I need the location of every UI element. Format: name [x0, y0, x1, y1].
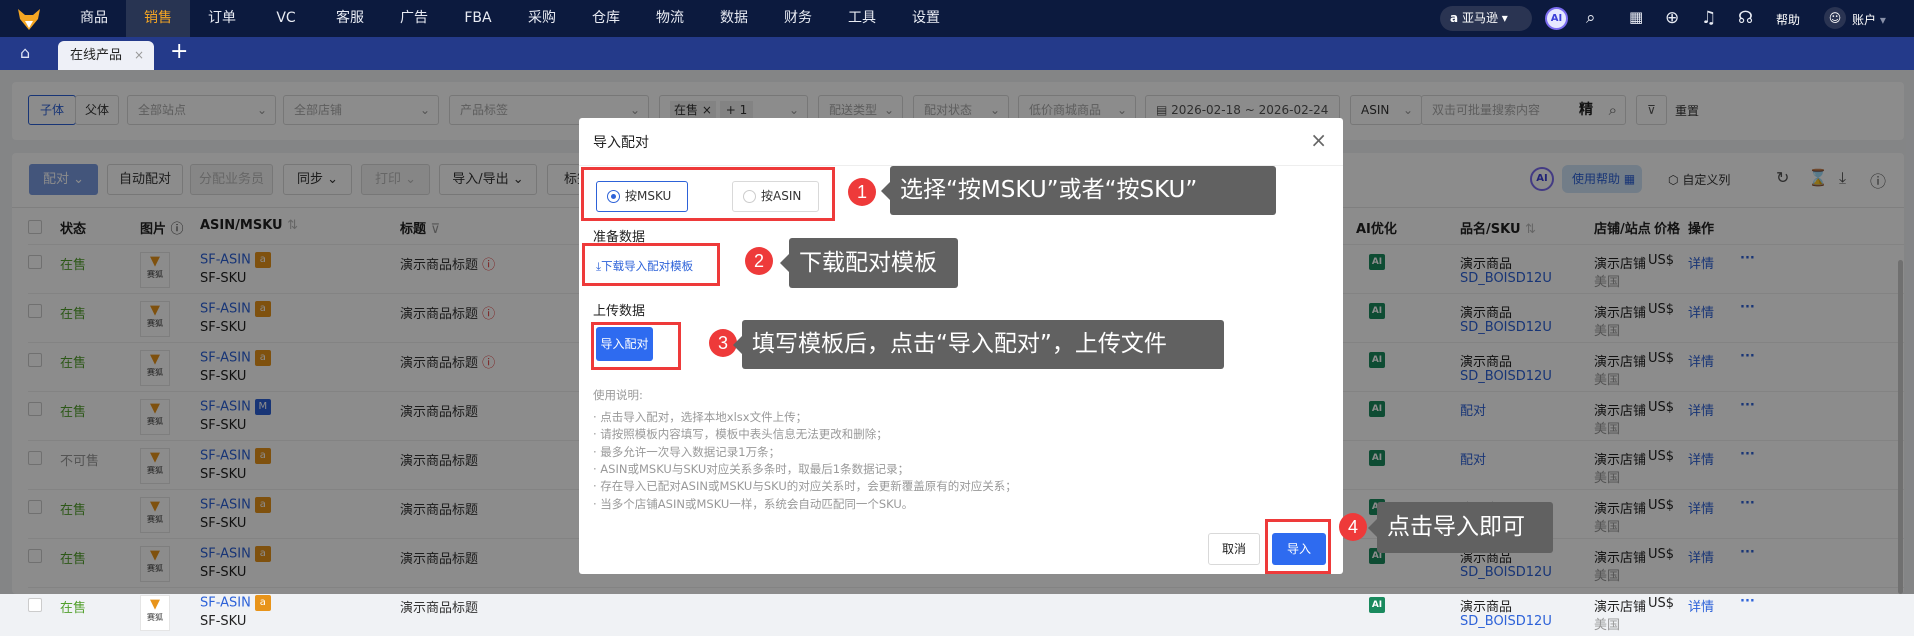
nav-item[interactable]: 财务	[766, 0, 830, 37]
nav-item[interactable]: 客服	[318, 0, 382, 37]
nav-item[interactable]: 物流	[638, 0, 702, 37]
step-2-callout: 下载配对模板	[780, 238, 958, 288]
usage-notes-title: 使用说明:	[593, 388, 643, 402]
upload-data-label: 上传数据	[593, 304, 646, 319]
fox-logo-icon: ▼	[150, 597, 160, 612]
tab-bar: ⌂ 在线产品 × +	[0, 37, 1914, 70]
more-actions-icon[interactable]: ···	[1740, 594, 1755, 609]
usage-note: · 存在导入已配对ASIN或MSKU与SKU的对应关系时，会更新覆盖原有的对应关…	[593, 479, 1017, 494]
top-nav: 商品 销售 订单 VC 客服 广告 FBA 采购 仓库 物流 数据 财务 工具 设置 a 亚马逊 ▾ AI…	[0, 0, 1914, 37]
step-2-marker: 2	[745, 247, 773, 275]
usage-note: · 当多个店铺ASIN或MSKU一样，系统会自动匹配同一个SKU。	[593, 496, 914, 511]
highlight-box-upload	[591, 322, 681, 370]
step-3-callout: 填写模板后，点击“导入配对”，上传文件	[733, 320, 1224, 369]
highlight-box-radios	[581, 167, 835, 221]
nav-item[interactable]: 广告	[382, 0, 446, 37]
product-thumbnail[interactable]: ▼ 赛狐	[140, 595, 170, 631]
apps-grid-icon[interactable]: ▦	[1629, 8, 1643, 26]
download-icon[interactable]: ⊕	[1665, 8, 1679, 28]
ai-button[interactable]: AI	[1545, 7, 1568, 30]
nav-item[interactable]: 商品	[62, 0, 126, 37]
product-name: 演示商品	[1460, 600, 1513, 615]
usage-note: · 请按照模板内容填写，模板中表头信息无法更改和删除；	[593, 427, 888, 442]
amazon-icon: a	[1450, 11, 1459, 25]
nav-item[interactable]: 仓库	[574, 0, 638, 37]
row-checkbox[interactable]	[28, 598, 42, 612]
amazon-badge-icon: a	[254, 595, 271, 611]
usage-note: · ASIN或MSKU与SKU对应关系多条时，取最后1条数据记录；	[593, 461, 910, 476]
price: US$	[1648, 596, 1675, 611]
nav-item[interactable]: VC	[254, 0, 318, 37]
platform-selector[interactable]: a 亚马逊 ▾	[1440, 6, 1532, 31]
home-icon[interactable]: ⌂	[20, 43, 30, 62]
ai-optimize-icon[interactable]: AI	[1369, 597, 1385, 613]
account-menu[interactable]: 账户 ▾	[1852, 11, 1886, 28]
step-1-callout: 选择“按MSKU”或者“按SKU”	[881, 166, 1276, 215]
table-row: 在售 ▼赛狐 SF-ASINa SF-SKU 演示商品标题 AI 演示商品 SD…	[28, 587, 1904, 636]
dialog-title: 导入配对	[593, 135, 649, 151]
step-4-marker: 4	[1339, 513, 1367, 541]
add-tab-button[interactable]: +	[170, 39, 188, 64]
sku-link[interactable]: SD_BOISD12U	[1460, 614, 1552, 629]
shop: 演示店铺	[1594, 600, 1647, 615]
highlight-box-download	[582, 243, 720, 286]
nav-item[interactable]: 订单	[190, 0, 254, 37]
status: 在售	[60, 601, 87, 616]
headset-icon[interactable]: ☊	[1738, 8, 1753, 28]
asin-link[interactable]: SF-ASIN a	[200, 595, 271, 611]
usage-note: · 点击导入配对，选择本地xlsx文件上传；	[593, 410, 808, 424]
close-tab-icon[interactable]: ×	[134, 41, 144, 70]
fox-logo-icon[interactable]	[16, 6, 42, 32]
highlight-box-import	[1265, 519, 1331, 574]
nav-item[interactable]: FBA	[446, 0, 510, 37]
close-icon[interactable]: ×	[1310, 128, 1327, 152]
bell-icon[interactable]: ♫	[1701, 8, 1716, 28]
nav-item[interactable]: 设置	[894, 0, 958, 37]
avatar[interactable]: ☺	[1824, 7, 1846, 29]
step-4-callout: 点击导入即可	[1368, 502, 1553, 553]
msku: SF-SKU	[200, 614, 247, 629]
search-icon[interactable]: ⌕	[1586, 8, 1596, 28]
nav-item[interactable]: 采购	[510, 0, 574, 37]
nav-item[interactable]: 工具	[830, 0, 894, 37]
step-1-marker: 1	[848, 178, 876, 206]
site: 美国	[1594, 618, 1621, 633]
nav-item[interactable]: 销售	[126, 0, 190, 37]
usage-note: · 最多允许一次导入数据记录1万条；	[593, 444, 781, 459]
cancel-button[interactable]: 取消	[1208, 533, 1260, 565]
nav-item[interactable]: 数据	[702, 0, 766, 37]
detail-link[interactable]: 详情	[1688, 596, 1714, 615]
tab-online-products[interactable]: 在线产品 ×	[58, 41, 154, 70]
help-link[interactable]: 帮助	[1776, 11, 1800, 28]
product-title: 演示商品标题	[400, 601, 479, 616]
